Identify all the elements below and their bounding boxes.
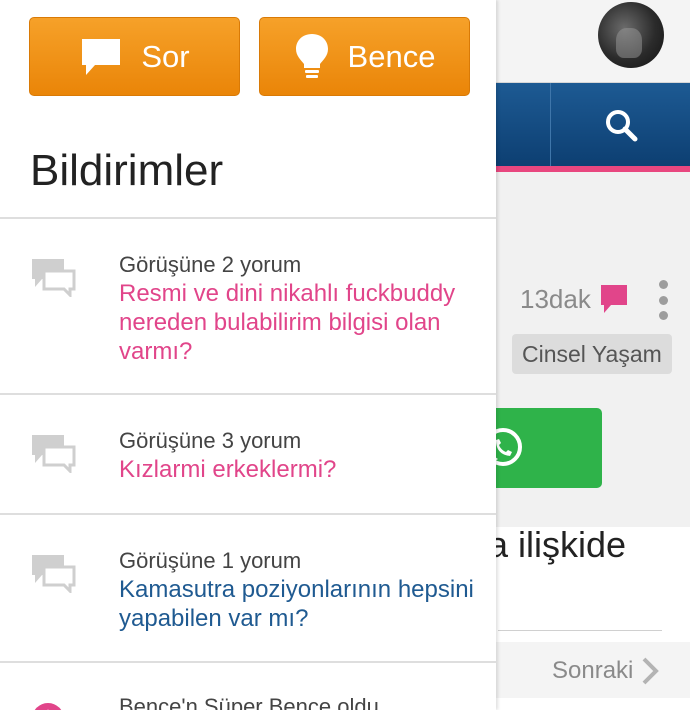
comments-icon [32, 259, 76, 297]
ask-label: Sor [141, 38, 190, 74]
notification-summary: Görüşüne 2 yorum [119, 252, 302, 277]
notification-title[interactable]: Kamasutra poziyonlarının hepsini yapabil… [119, 575, 489, 633]
avatar[interactable] [598, 2, 664, 68]
search-button[interactable] [551, 83, 690, 166]
comments-icon [32, 435, 76, 473]
comments-icon [32, 555, 76, 593]
super-badge-icon [34, 703, 62, 710]
notification-title[interactable]: Kızlarmi erkeklermi? [119, 455, 489, 484]
idea-button[interactable]: Bence [259, 17, 470, 96]
notification-summary: Görüşüne 1 yorum [119, 548, 302, 573]
dot-icon [658, 311, 668, 320]
lightbulb-icon [295, 33, 328, 78]
speech-bubble-icon [82, 38, 121, 75]
notification-item[interactable]: Bence'n Süper Bence oldu [0, 661, 496, 710]
notification-item[interactable]: Görüşüne 3 yorum Kızlarmi erkeklermi? [0, 393, 496, 515]
notification-summary: Bence'n Süper Bence oldu [119, 694, 379, 710]
post-time: 13dak [520, 284, 591, 314]
dot-icon [658, 280, 668, 289]
next-label: Sonraki [552, 657, 634, 684]
more-options-button[interactable] [655, 280, 671, 320]
comment-icon [601, 285, 627, 313]
notification-item[interactable]: Görüşüne 2 yorum Resmi ve dini nikahlı f… [0, 217, 496, 395]
notifications-drawer: Sor Bence Bildirimler Görüşüne 2 yorum R… [0, 0, 496, 710]
notification-item[interactable]: Görüşüne 1 yorum Kamasutra poziyonlarını… [0, 513, 496, 663]
chevron-right-icon [642, 657, 660, 685]
idea-label: Bence [347, 38, 436, 74]
dot-icon [658, 295, 668, 305]
post-title-snippet[interactable]: la ilişkide [480, 524, 626, 566]
notification-title[interactable]: Resmi ve dini nikahlı fuckbuddy nereden … [119, 279, 489, 366]
next-button[interactable]: Sonraki [552, 656, 660, 686]
page-title: Bildirimler [30, 146, 224, 195]
category-badge[interactable]: Cinsel Yaşam [512, 334, 672, 374]
notification-summary: Görüşüne 3 yorum [119, 428, 302, 453]
divider [498, 630, 662, 631]
ask-button[interactable]: Sor [29, 17, 240, 96]
search-icon [605, 109, 637, 141]
